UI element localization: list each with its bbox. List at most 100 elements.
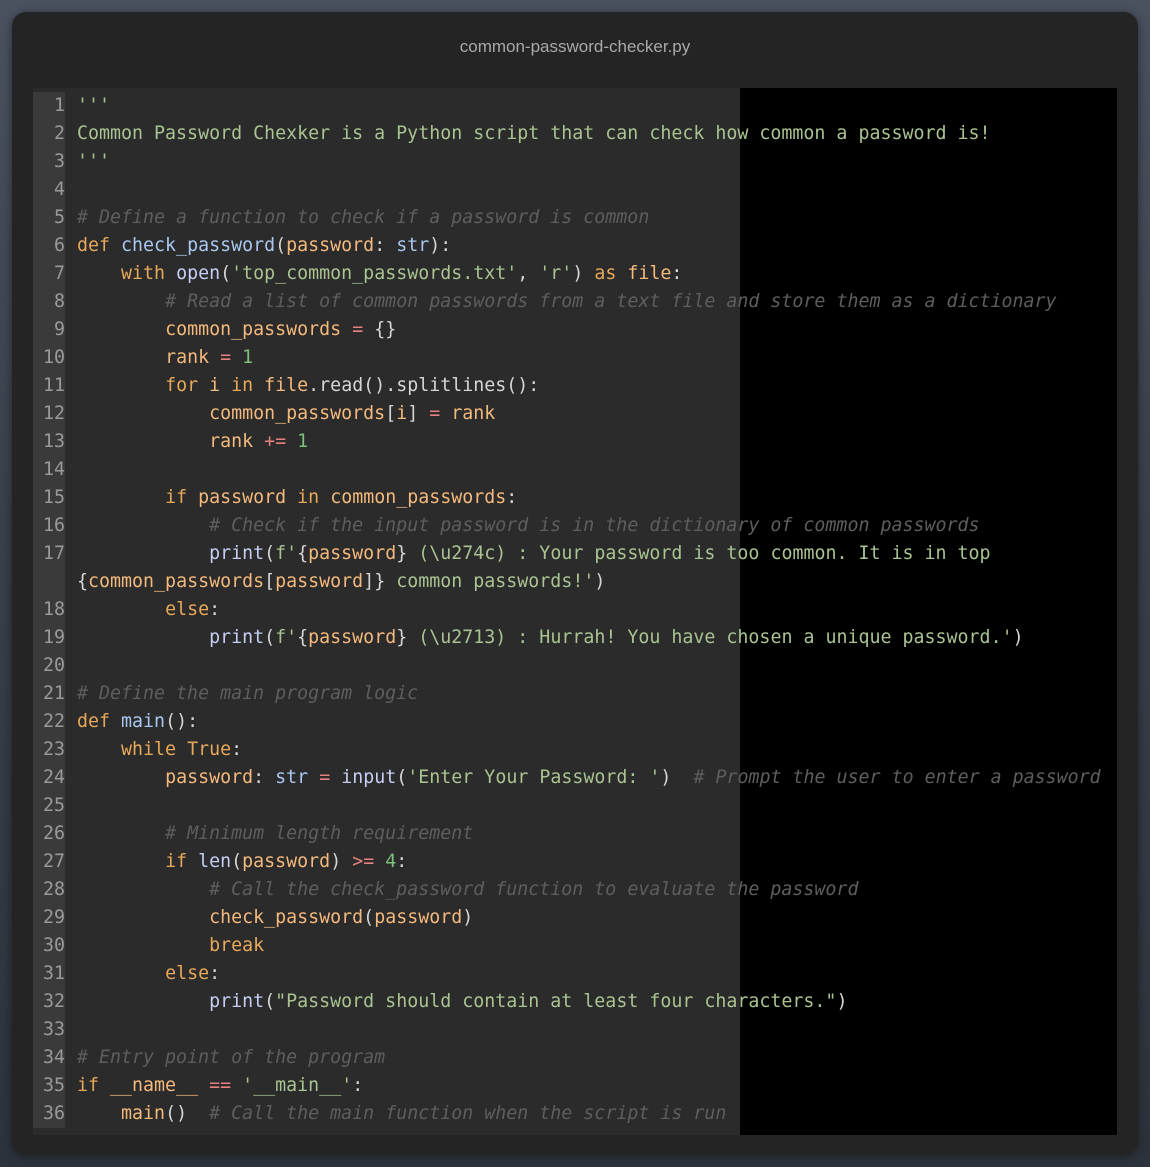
code-token: password <box>198 487 287 508</box>
line-number: 16 <box>33 512 65 540</box>
code-token: : <box>209 599 221 620</box>
code-token: file <box>627 263 672 284</box>
line-number: 2 <box>33 120 65 148</box>
code-token: if <box>77 1075 111 1096</box>
code-token: {} <box>363 319 397 340</box>
line-text <box>77 792 1117 820</box>
code-token: with <box>121 263 177 284</box>
line-text: # Read a list of common passwords from a… <box>77 288 1117 316</box>
line-text <box>77 456 1117 484</box>
code-line: 27 if len(password) >= 4: <box>33 848 1117 876</box>
code-token: } <box>396 627 408 648</box>
code-token: 1 <box>242 347 254 368</box>
line-text: rank += 1 <box>77 428 1117 456</box>
code-line: 23 while True: <box>33 736 1117 764</box>
code-token: ''' <box>77 95 111 116</box>
line-text: print("Password should contain at least … <box>77 988 1117 1016</box>
code-token: : <box>231 739 243 760</box>
line-number: 22 <box>33 708 65 736</box>
gutter-gap <box>65 400 77 428</box>
line-number: 23 <box>33 736 65 764</box>
code-token: password <box>286 235 375 256</box>
code-line: 32 print("Password should contain at lea… <box>33 988 1117 1016</box>
code-token: : <box>209 963 221 984</box>
gutter-gap <box>65 1044 77 1072</box>
code-line: 33 <box>33 1016 1117 1044</box>
line-number: 33 <box>33 1016 65 1044</box>
line-text: # Define the main program logic <box>77 680 1117 708</box>
line-number: 12 <box>33 400 65 428</box>
code-line: 13 rank += 1 <box>33 428 1117 456</box>
line-text: if password in common_passwords: <box>77 484 1117 512</box>
code-token: password <box>374 907 463 928</box>
gutter-gap <box>65 232 77 260</box>
code-token: while <box>121 739 188 760</box>
code-token: def <box>77 235 122 256</box>
code-line: 25 <box>33 792 1117 820</box>
code-token: ) <box>1012 627 1024 648</box>
code-token: for <box>165 375 210 396</box>
code-token: (\u2713) : Hurrah! You have chosen a uni… <box>407 627 1013 648</box>
code-line: 5 # Define a function to check if a passw… <box>33 204 1117 232</box>
code-token: ( <box>363 907 375 928</box>
code-token: { <box>297 627 309 648</box>
code-line: 17 print(f'{password} (\u274c) : Your pa… <box>33 540 1117 568</box>
line-number: 24 <box>33 764 65 792</box>
line-text: check_password(password) <box>77 904 1117 932</box>
gutter-gap <box>65 120 77 148</box>
code-token: str <box>396 235 430 256</box>
code-line: 9 common_passwords = {} <box>33 316 1117 344</box>
gutter-gap <box>65 764 77 792</box>
code-editor[interactable]: 1 ''' 2 Common Password Chexker is a Python… <box>33 88 1117 1135</box>
gutter-gap <box>65 596 77 624</box>
code-line: 8 # Read a list of common passwords from… <box>33 288 1117 316</box>
gutter-gap <box>65 848 77 876</box>
code-token: open <box>176 263 221 284</box>
line-number: 5 <box>33 204 65 232</box>
code-line: 31 else: <box>33 960 1117 988</box>
code-token: (\u274c) : Your password is too common. … <box>407 543 991 564</box>
code-token: # Prompt the user to enter a password <box>693 767 1101 788</box>
line-number: 15 <box>33 484 65 512</box>
code-token: ''' <box>77 151 111 172</box>
code-token: if <box>165 851 199 872</box>
line-number: 20 <box>33 652 65 680</box>
code-line: 34 # Entry point of the program <box>33 1044 1117 1072</box>
code-token: 1 <box>297 431 309 452</box>
code-token: += <box>264 431 287 452</box>
gutter-gap <box>65 792 77 820</box>
line-text: # Check if the input password is in the … <box>77 512 1117 540</box>
line-number: 6 <box>33 232 65 260</box>
code-token: # Define the main program logic <box>77 683 419 704</box>
code-token: common_passwords <box>330 487 507 508</box>
line-number: 27 <box>33 848 65 876</box>
code-window: common-password-checker.py 1 ''' 2 Common P… <box>12 12 1138 1154</box>
code-token: str <box>275 767 309 788</box>
line-text: def main(): <box>77 708 1117 736</box>
line-number: 30 <box>33 932 65 960</box>
code-token: : <box>352 1075 364 1096</box>
code-token: common_passwords <box>88 571 265 592</box>
line-number: 17 <box>33 540 65 568</box>
code-token: # Entry point of the program <box>77 1047 386 1068</box>
code-token: common_passwords <box>209 403 386 424</box>
line-number: 10 <box>33 344 65 372</box>
line-number: 18 <box>33 596 65 624</box>
line-text: else: <box>77 596 1117 624</box>
code-token: password <box>308 627 397 648</box>
gutter-gap <box>65 204 77 232</box>
code-token: : <box>671 263 683 284</box>
code-token: , <box>517 263 540 284</box>
code-token: "Password should contain at least four c… <box>275 991 837 1012</box>
code-token: : <box>506 487 518 508</box>
gutter-gap <box>65 708 77 736</box>
line-number: 3 <box>33 148 65 176</box>
